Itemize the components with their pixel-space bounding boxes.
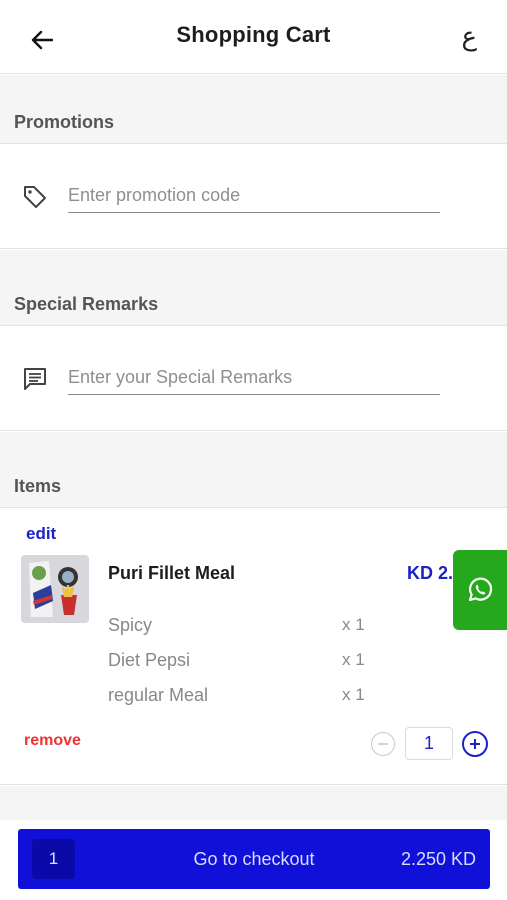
item-price: KD 2. (407, 563, 454, 583)
item-option-qty: x 1 (342, 685, 365, 704)
whatsapp-icon (468, 577, 493, 602)
item-option-name: Spicy (108, 615, 153, 635)
minus-circle-icon (378, 743, 388, 745)
item-option-name: regular Meal (108, 685, 209, 705)
promotion-code-input[interactable] (68, 179, 440, 213)
page-title: Shopping Cart (176, 22, 331, 47)
item-name: Puri Fillet Meal (108, 563, 236, 583)
plus-circle-icon (470, 739, 480, 749)
remarks-heading: Special Remarks (14, 294, 159, 314)
tag-icon (20, 182, 50, 212)
increase-quantity-button[interactable] (462, 731, 488, 757)
promotions-heading: Promotions (14, 112, 115, 132)
remarks-row (0, 327, 507, 431)
promotions-header: Promotions (0, 75, 507, 144)
quantity-value[interactable]: 1 (405, 727, 453, 760)
decrease-quantity-button[interactable] (371, 732, 395, 756)
remarks-header: Special Remarks (0, 250, 507, 326)
edit-link[interactable]: edit (26, 524, 56, 544)
footer-spacer (0, 786, 507, 820)
checkout-button[interactable]: 1 Go to checkout 2.250 KD (18, 829, 490, 889)
promotion-row (0, 145, 507, 249)
items-heading: Items (14, 476, 62, 496)
remove-link[interactable]: remove (24, 732, 81, 750)
top-bar: Shopping Cart ع (0, 0, 507, 74)
items-header: Items (0, 432, 507, 508)
item-option-qty: x 1 (342, 615, 365, 634)
cart-item: edit Puri Fillet Meal KD 2. Spicy x 1 Di… (0, 508, 507, 785)
item-option-name: Diet Pepsi (108, 650, 191, 670)
whatsapp-button[interactable] (453, 550, 507, 630)
item-image (21, 555, 89, 623)
language-toggle[interactable]: ع (461, 22, 477, 52)
item-option-qty: x 1 (342, 650, 365, 669)
checkout-total: 2.250 KD (400, 849, 476, 869)
special-remarks-input[interactable] (68, 361, 440, 395)
message-icon (20, 364, 50, 394)
